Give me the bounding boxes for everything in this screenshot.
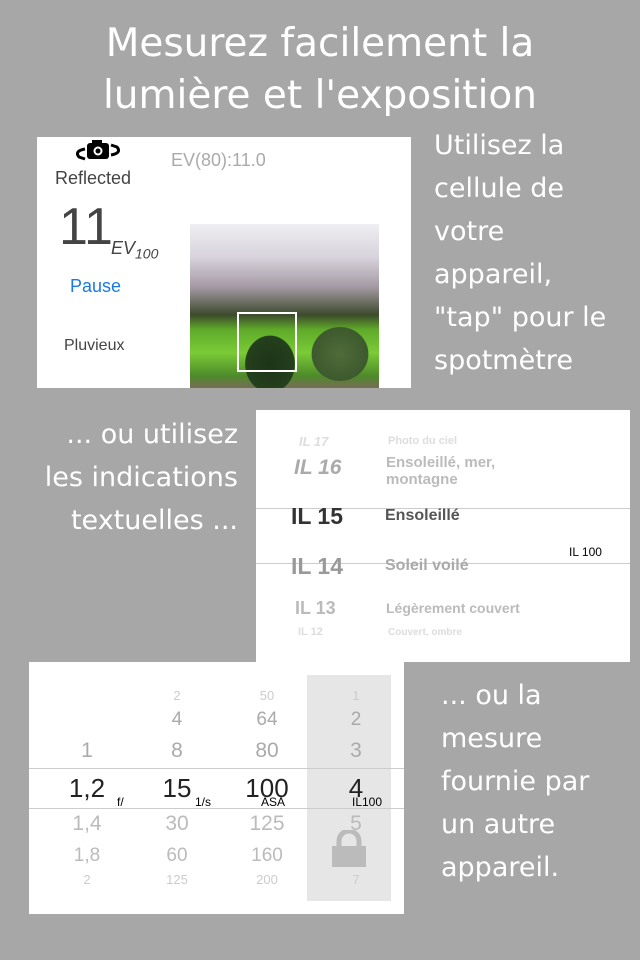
picker-value[interactable]: 6 [316,845,396,867]
caption-line: les indications [44,462,238,493]
il-desc: Photo du ciel [388,435,458,447]
picker-unit: 1/s [195,795,212,809]
pause-button[interactable]: Pause [70,276,121,297]
picker-value[interactable]: 5 [316,812,396,836]
caption-text: ... ou utilisez les indications textuell… [0,413,238,542]
ev-unit-label: EV [111,238,136,258]
picker-unit: IL100 [352,795,383,809]
picker-value[interactable]: 7 [316,872,396,887]
il-picker-screen[interactable]: IL 17 Photo du ciel IL 16 Ensoleillé, me… [256,410,630,662]
mode-label[interactable]: Reflected [55,168,131,189]
ev-readout: EV(80):11.0 [171,150,266,170]
picker-value[interactable]: 50 [227,688,307,703]
il-value: IL 16 [294,456,342,479]
selection-line [29,808,404,809]
picker-value[interactable]: 3 [316,739,396,763]
il-badge: IL 100 [569,545,602,559]
il-value: IL 15 [291,503,343,529]
picker-value[interactable]: 60 [137,845,217,867]
picker-value[interactable]: 160 [227,845,307,867]
caption-line: "tap" pour le [434,302,607,333]
picker-value[interactable]: 1,4 [47,812,127,836]
il-value: IL 13 [295,598,336,618]
picker-value[interactable]: 64 [227,709,307,731]
ev-unit-sub: 100 [135,245,159,262]
headline: Mesurez facilement la lumière et l'expos… [0,18,640,122]
picker-value[interactable]: 1 [316,688,396,703]
spot-meter-frame[interactable] [237,312,297,372]
caption-line: cellule de [434,173,565,204]
weather-label: Pluvieux [64,337,125,354]
exposure-picker-screen[interactable]: 1 1,2 1,4 1,8 2 f/2 4 8 15 30 60 125 1/s 50 64 80 100 125… [29,662,404,914]
picker-unit: f/ [117,795,124,809]
picker-value[interactable]: 80 [227,739,307,763]
il-value: IL 14 [291,553,343,579]
ev-unit: EV100 [111,238,158,262]
ev-value: 11 [59,198,113,256]
caption-line: ... ou la [441,680,542,711]
camera-switch-icon[interactable] [71,139,125,165]
il-desc: Ensoleillé, mer, montagne [386,454,496,488]
headline-line: lumière et l'exposition [102,73,538,118]
picker-value[interactable]: 125 [227,812,307,836]
picker-value[interactable]: 200 [227,872,307,887]
picker-value[interactable]: 1,8 [47,845,127,867]
il-desc: Soleil voilé [385,557,469,574]
il-value: IL 17 [299,434,329,449]
caption-line: mesure [441,723,543,754]
picker-value[interactable]: 1 [47,739,127,763]
picker-value[interactable]: 125 [137,872,217,887]
il-desc: Couvert, ombre [388,627,462,638]
caption-meter: Utilisez la cellule de votre appareil, "… [434,124,606,382]
caption-line: votre [434,216,505,247]
selection-line [29,768,404,769]
picker-value[interactable]: 2 [316,709,396,731]
picker-value[interactable]: 2 [47,872,127,887]
picker-value[interactable]: 1,2 [47,773,127,804]
caption-line: spotmètre [434,345,573,376]
caption-line: un autre [441,809,556,840]
meter-screen: Reflected EV(80):11.0 11 EV100 Pause Plu… [37,137,411,388]
caption-manual: ... ou la mesure fournie par un autre ap… [441,674,589,889]
il-desc: Ensoleillé [385,507,460,524]
picker-value[interactable]: 8 [137,739,217,763]
caption-line: appareil, [434,259,553,290]
picker-value[interactable]: 4 [137,709,217,731]
caption-line: Utilisez la [434,130,565,161]
caption-line: fournie par [441,766,590,797]
il-value: IL 12 [298,626,323,638]
picker-unit: ASA [261,795,286,809]
picker-value[interactable]: 30 [137,812,217,836]
headline-line: Mesurez facilement la [105,21,535,66]
caption-line: ... ou utilisez [66,419,238,450]
picker-value[interactable]: 2 [137,688,217,703]
caption-line: textuelles ... [70,505,238,536]
il-desc: Légèrement couvert [386,600,520,616]
caption-line: appareil. [441,852,560,883]
